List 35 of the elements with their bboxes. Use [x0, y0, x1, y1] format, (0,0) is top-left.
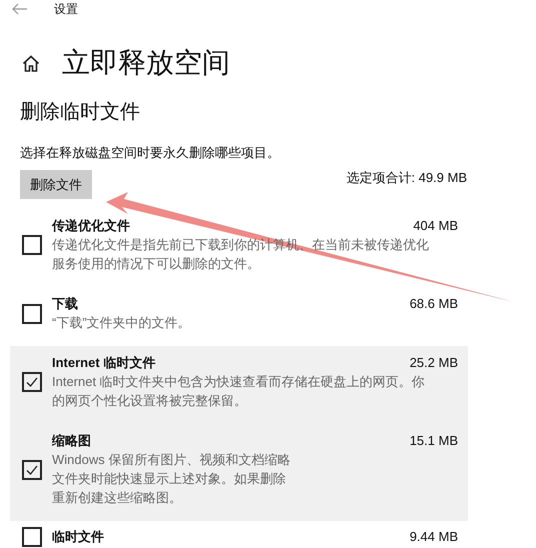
checkmark-icon	[25, 375, 39, 389]
item-name: 传递优化文件	[52, 217, 130, 235]
section-description: 选择在释放磁盘空间时要永久删除哪些项目。	[20, 146, 280, 159]
item-size: 15.1 MB	[410, 432, 458, 450]
cleanup-item[interactable]: 缩略图 15.1 MB Windows 保留所有图片、视频和文档缩略 文件夹时能快速显示上述对象。如果删除 重新创建这些缩略图。	[10, 424, 468, 521]
item-description-line: 文件夹时能快速显示上述对象。如果删除	[52, 470, 286, 488]
checkbox[interactable]	[22, 460, 42, 480]
checkbox[interactable]	[22, 304, 42, 324]
item-size: 404 MB	[413, 217, 458, 235]
home-icon[interactable]	[22, 54, 40, 72]
checkbox[interactable]	[22, 527, 42, 547]
cleanup-item[interactable]: 临时文件 9.44 MB	[10, 521, 468, 547]
item-description-line: 重新创建这些缩略图。	[52, 489, 182, 507]
item-size: 68.6 MB	[410, 295, 458, 313]
item-description-line: 服务使用的情况下可以删除的文件。	[52, 255, 260, 273]
item-name: Internet 临时文件	[52, 354, 156, 372]
item-description-line: Windows 保留所有图片、视频和文档缩略	[52, 451, 290, 469]
section-heading: 删除临时文件	[20, 102, 140, 122]
selected-total: 选定项合计: 49.9 MB	[346, 168, 467, 187]
delete-files-button[interactable]: 删除文件	[20, 170, 92, 199]
cleanup-item[interactable]: Internet 临时文件 25.2 MB Internet 临时文件夹中包含为快速查看而存储在硬盘上的网页。你 的网页个性化设置将被完整保留。	[10, 346, 468, 424]
item-size: 9.44 MB	[410, 528, 458, 546]
item-description-line: Internet 临时文件夹中包含为快速查看而存储在硬盘上的网页。你	[52, 373, 425, 391]
item-name: 临时文件	[52, 528, 104, 546]
checkbox[interactable]	[22, 235, 42, 255]
item-description-line: 的网页个性化设置将被完整保留。	[52, 392, 247, 410]
window-title: 设置	[54, 1, 78, 18]
item-description-line: “下载”文件夹中的文件。	[52, 314, 191, 332]
cleanup-item[interactable]: 下载 68.6 MB “下载”文件夹中的文件。	[10, 287, 468, 346]
item-name: 缩略图	[52, 432, 91, 450]
page-title: 立即释放空间	[62, 49, 230, 77]
checkbox[interactable]	[22, 372, 42, 392]
item-name: 下载	[52, 295, 78, 313]
back-arrow-icon[interactable]	[12, 3, 28, 15]
item-size: 25.2 MB	[410, 354, 458, 372]
